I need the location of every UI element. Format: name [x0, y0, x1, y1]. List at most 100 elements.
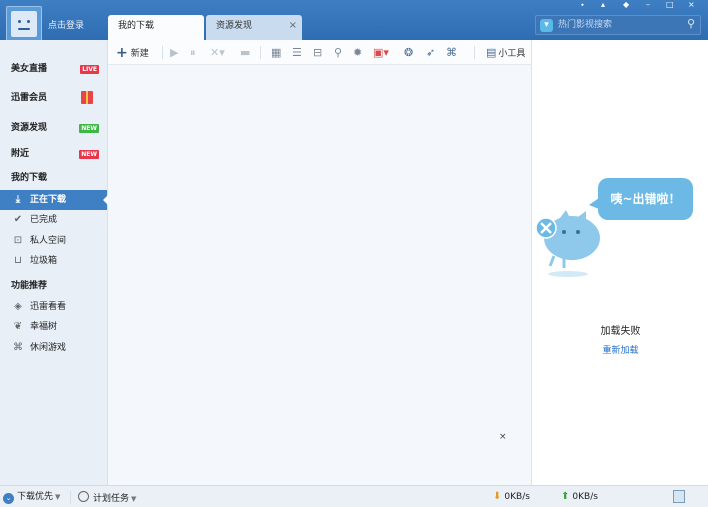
- minimize-button[interactable]: –: [646, 0, 650, 9]
- reload-link[interactable]: 重新加载: [532, 343, 708, 356]
- priority-icon: ⌄: [3, 493, 14, 504]
- upload-icon[interactable]: ▴: [601, 0, 605, 9]
- check-icon: ✔: [13, 214, 23, 225]
- vip-icon[interactable]: ▣▾: [373, 46, 389, 60]
- section-features: 功能推荐: [11, 281, 48, 291]
- tab-resource-discovery[interactable]: 资源发现 ×: [206, 15, 302, 40]
- tab-label: 我的下载: [118, 21, 155, 31]
- sidebar-item-trash[interactable]: ⊔ 垃圾箱: [0, 251, 107, 271]
- details-icon[interactable]: ⊟: [313, 46, 322, 60]
- sidebar-item-kankan[interactable]: ◈ 迅雷看看: [0, 297, 107, 317]
- gift-icon: [81, 91, 93, 104]
- toolbox-icon: ▤: [486, 46, 497, 59]
- divider: [474, 46, 475, 59]
- sidebar-item-label: 资源发现: [11, 123, 48, 133]
- sidebar-item-label: 迅雷看看: [30, 302, 67, 312]
- sidebar-item-label: 附近: [11, 149, 30, 159]
- tools-button[interactable]: ▤ 小工具: [486, 46, 525, 60]
- game-icon[interactable]: ⌘: [446, 46, 457, 60]
- plus-icon: +: [116, 45, 128, 61]
- search-input[interactable]: [558, 18, 678, 32]
- download-list: ×: [108, 65, 531, 485]
- download-icon: ⤓: [15, 194, 21, 205]
- tab-close-icon[interactable]: ×: [289, 15, 297, 37]
- trash-icon: ⊔: [14, 255, 22, 266]
- user-avatar[interactable]: [6, 6, 42, 42]
- leaf-icon: ❦: [13, 321, 23, 332]
- sad-bird-icon: [535, 210, 600, 277]
- login-link[interactable]: 点击登录: [48, 18, 84, 31]
- new-badge: NEW: [79, 150, 99, 159]
- delete-icon[interactable]: ✕▾: [210, 46, 225, 60]
- skin-icon[interactable]: ⬩: [581, 0, 584, 10]
- new-task-button[interactable]: + 新建: [116, 46, 149, 60]
- error-panel: 咦~出错啦！ 加载失败 重新加载: [531, 40, 708, 485]
- divider: [162, 46, 163, 59]
- download-speed-value: 0KB/s: [504, 492, 530, 502]
- play-icon[interactable]: ▶: [170, 46, 178, 60]
- grid-view-icon[interactable]: ▦: [271, 46, 281, 60]
- sidebar-item-label: 垃圾箱: [30, 256, 58, 266]
- error-bubble: 咦~出错啦！: [589, 178, 693, 220]
- toolbar: + 新建 ▶ ⏸ ✕▾ ▬ ▦ ☰ ⊟ ⚲ ✹ ▣▾ ❂ ➶ ⌘ ▤ 小工具: [108, 40, 531, 65]
- menu-icon[interactable]: ◆: [623, 0, 629, 9]
- sidebar-item-completed[interactable]: ✔ 已完成: [0, 210, 107, 230]
- sidebar-item-vip[interactable]: 迅雷会员: [0, 88, 107, 108]
- sidebar-item-label: 美女直播: [11, 64, 48, 74]
- sidebar-item-downloading[interactable]: ⤓ 正在下载: [0, 190, 108, 210]
- sidebar-item-resources[interactable]: 资源发现 NEW: [0, 118, 107, 138]
- settings-icon[interactable]: ✹: [353, 46, 362, 60]
- search-box: ▾ ⚲: [535, 15, 701, 35]
- priority-label: 下载优先: [17, 492, 54, 502]
- divider: [70, 491, 71, 504]
- chevron-down-icon: ▼: [55, 493, 61, 501]
- status-bar: ⌄ 下载优先 ▼ 计划任务 ▼ ⬇ 0KB/s ⬆ 0KB/s: [0, 485, 708, 507]
- section-my-downloads: 我的下载: [11, 173, 48, 183]
- folder-icon[interactable]: ▬: [240, 46, 250, 60]
- title-bar: 点击登录 我的下载 资源发现 × ⬩ ▴ ◆ – □ × ▾ ⚲: [0, 0, 708, 42]
- live-badge: LIVE: [80, 65, 99, 74]
- avatar-face-icon: [11, 11, 37, 37]
- new-badge: NEW: [79, 124, 99, 133]
- arrow-up-icon: ⬆: [561, 491, 570, 502]
- sidebar-item-live[interactable]: 美女直播 LIVE: [0, 59, 107, 79]
- lock-icon: ⊡: [13, 235, 23, 246]
- close-button[interactable]: ×: [688, 0, 695, 9]
- search-icon[interactable]: ⚲: [687, 17, 695, 30]
- download-priority-button[interactable]: ⌄ 下载优先 ▼: [3, 491, 61, 504]
- sort-icon[interactable]: ☰: [292, 46, 302, 60]
- error-title: 加载失败: [600, 326, 641, 337]
- tab-label: 资源发现: [216, 21, 253, 31]
- gamepad-icon: ⌘: [13, 342, 23, 353]
- download-speed: ⬇ 0KB/s: [493, 491, 530, 503]
- tab-my-downloads[interactable]: 我的下载: [108, 15, 204, 40]
- search-task-icon[interactable]: ⚲: [334, 46, 342, 60]
- side-panel-toggle-icon[interactable]: [673, 490, 685, 503]
- divider: [260, 46, 261, 59]
- pause-icon[interactable]: ⏸: [190, 46, 196, 60]
- sidebar: 美女直播 LIVE 迅雷会员 资源发现 NEW 附近 NEW 我的下载 ⤓ 正在…: [0, 40, 108, 485]
- sidebar-item-label: 休闲游戏: [30, 343, 67, 353]
- shield-icon: ◈: [14, 301, 22, 312]
- sidebar-item-label: 正在下载: [30, 195, 67, 205]
- schedule-label: 计划任务: [93, 494, 130, 504]
- new-task-label: 新建: [130, 49, 149, 59]
- tools-label: 小工具: [498, 49, 526, 59]
- sidebar-item-games[interactable]: ⌘ 休闲游戏: [0, 338, 107, 358]
- sidebar-item-nearby[interactable]: 附近 NEW: [0, 144, 107, 164]
- xunlei-logo-icon: ▾: [540, 19, 553, 32]
- sidebar-item-tree[interactable]: ❦ 幸福树: [0, 317, 107, 337]
- chevron-down-icon: ▼: [131, 495, 137, 503]
- bird-icon[interactable]: ❂: [404, 46, 413, 60]
- sidebar-item-label: 私人空间: [30, 236, 67, 246]
- sidebar-item-private[interactable]: ⊡ 私人空间: [0, 231, 107, 251]
- sidebar-item-label: 迅雷会员: [11, 93, 48, 103]
- clock-icon: [78, 491, 89, 502]
- upload-speed-value: 0KB/s: [572, 492, 598, 502]
- scheduled-tasks-button[interactable]: 计划任务 ▼: [78, 491, 137, 504]
- speed-icon[interactable]: ➶: [426, 46, 435, 60]
- upload-speed: ⬆ 0KB/s: [561, 491, 598, 503]
- maximize-button[interactable]: □: [666, 0, 674, 9]
- sidebar-item-label: 幸福树: [30, 322, 58, 332]
- close-ad-icon[interactable]: ×: [499, 432, 507, 442]
